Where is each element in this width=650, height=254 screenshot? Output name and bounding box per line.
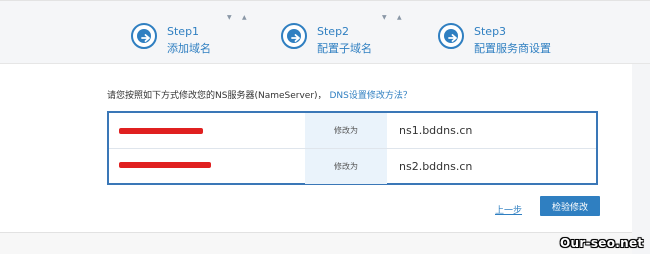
nameserver-table: 修改为 ns1.bddns.cn 修改为 ns2.bddns.cn [107, 111, 598, 185]
instruction-text: 请您按照如下方式修改您的NS服务器(NameServer)， DNS设置修改方法… [107, 88, 412, 101]
previous-step-link[interactable]: 上一步 [495, 203, 522, 216]
instruction-separator: ， [317, 91, 327, 101]
step-1-subtitle: 添加域名 [167, 42, 211, 55]
change-to-label: 修改为 [305, 113, 387, 148]
arrow-right-icon [281, 23, 307, 49]
chevron-down-icon: ▼ [382, 14, 387, 21]
chevron-down-icon: ▼ [227, 14, 232, 21]
steps-progress-bar: Step1 添加域名 ▼ ▲ Step2 配置子域名 ▼ ▲ Step3 配置服… [0, 1, 650, 64]
domain-cell-redacted [109, 113, 305, 148]
step-3-title: Step3 [474, 25, 507, 38]
nameserver-value: ns1.bddns.cn [399, 124, 473, 137]
check-changes-button[interactable]: 检验修改 [540, 196, 600, 216]
dns-help-link[interactable]: DNS设置修改方法？ [329, 91, 411, 101]
redaction-mark [119, 128, 203, 134]
change-to-label: 修改为 [305, 149, 387, 184]
right-scroll-area [632, 64, 650, 254]
arrow-right-icon [131, 23, 157, 49]
step-1-title: Step1 [167, 25, 200, 38]
arrow-right-icon [438, 23, 464, 49]
nameserver-value: ns2.bddns.cn [399, 160, 473, 173]
table-row: 修改为 ns2.bddns.cn [109, 149, 596, 184]
table-row: 修改为 ns1.bddns.cn [109, 113, 596, 149]
step-2-title: Step2 [317, 25, 350, 38]
chevron-up-icon: ▲ [242, 14, 247, 21]
chevron-up-icon: ▲ [397, 14, 402, 21]
domain-cell-redacted [109, 149, 305, 184]
watermark-text: Our-seo.net [560, 236, 644, 250]
instruction-message: 请您按照如下方式修改您的NS服务器(NameServer) [107, 91, 318, 101]
step-3-subtitle: 配置服务商设置 [474, 42, 551, 55]
step-2-subtitle: 配置子域名 [317, 42, 372, 55]
redaction-mark [119, 162, 211, 168]
bottom-strip [0, 233, 632, 254]
